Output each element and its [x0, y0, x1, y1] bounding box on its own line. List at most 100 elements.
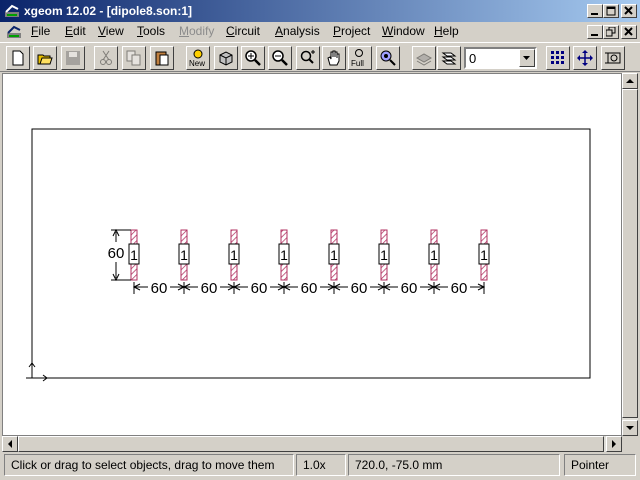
doc-restore-button[interactable]: [603, 25, 619, 39]
level-select-arrow[interactable]: [519, 49, 535, 67]
dipole-port[interactable]: 1: [278, 229, 290, 281]
port-number: 1: [230, 247, 238, 263]
level-stack-icon: [441, 52, 457, 65]
doc-minimize-button[interactable]: [587, 25, 603, 39]
dimension-label: 60: [401, 280, 418, 297]
dimension-horizontal[interactable]: 60: [332, 280, 386, 297]
layer-grid-button[interactable]: [412, 46, 436, 70]
menu-tools[interactable]: Tools: [137, 24, 165, 38]
menu-help[interactable]: Help: [434, 24, 459, 38]
reference-plane-button[interactable]: [601, 46, 625, 70]
svg-text:Full: Full: [351, 59, 364, 67]
dimension-horizontal[interactable]: 60: [382, 280, 436, 297]
close-icon: [624, 6, 633, 15]
dipole-port[interactable]: 1: [328, 229, 340, 281]
level-select-value: 0: [469, 51, 477, 66]
close-button[interactable]: [621, 4, 637, 18]
dimension-vertical[interactable]: 60: [108, 228, 131, 282]
document-icon[interactable]: [6, 24, 22, 40]
layers-grid-icon: [416, 53, 432, 66]
zoom-full-button[interactable]: Full: [348, 46, 372, 70]
dimension-label: 60: [201, 280, 218, 297]
port-number: 1: [180, 247, 188, 263]
vertical-scroll-thumb[interactable]: [622, 89, 638, 418]
port-number: 1: [130, 247, 138, 263]
new-file-button[interactable]: [6, 46, 30, 70]
new-view-button[interactable]: New: [186, 46, 210, 70]
dimension-horizontal[interactable]: 60: [182, 280, 236, 297]
copy-button[interactable]: [122, 46, 146, 70]
doc-close-button[interactable]: [621, 25, 637, 39]
zoom-full-icon: Full: [351, 49, 364, 67]
menu-window[interactable]: Window: [382, 24, 425, 38]
cut-button[interactable]: [94, 46, 118, 70]
port-number: 1: [330, 247, 338, 263]
zoom-out-icon: [272, 50, 288, 66]
arrow-left-icon: [8, 440, 12, 448]
menu-view[interactable]: View: [98, 24, 124, 38]
dipole-port[interactable]: 1: [478, 229, 490, 281]
vertical-scrollbar[interactable]: [622, 73, 638, 436]
dimension-label: 60: [451, 280, 468, 297]
dipole-port[interactable]: 1: [428, 229, 440, 281]
dipole-port[interactable]: 1: [228, 229, 240, 281]
minimize-button[interactable]: [587, 4, 603, 18]
zoom-fit-icon: [380, 50, 396, 66]
horizontal-scroll-thumb[interactable]: [18, 436, 604, 452]
dipole-port[interactable]: 1: [178, 229, 190, 281]
zoom-fit-button[interactable]: [376, 46, 400, 70]
dimension-label: 60: [351, 280, 368, 297]
scroll-down-button[interactable]: [622, 420, 638, 436]
scroll-left-button[interactable]: [2, 436, 18, 452]
new-file-icon: [12, 50, 24, 66]
minimize-icon: [591, 34, 598, 36]
scroll-corner: [622, 436, 638, 452]
status-zoom: 1.0x: [296, 454, 346, 476]
dimension-horizontal[interactable]: 60: [432, 280, 486, 297]
menu-modify[interactable]: Modify: [179, 24, 214, 38]
dimension-label: 60: [151, 280, 168, 297]
circuit-layout[interactable]: 1 1 1 1 1 1 1 1 60 60 60 60 60 60 60 60: [3, 74, 621, 435]
menu-edit[interactable]: Edit: [65, 24, 86, 38]
zoom-area-button[interactable]: [296, 46, 320, 70]
toolbar: New Full 0: [0, 42, 640, 72]
menu-circuit[interactable]: Circuit: [226, 24, 260, 38]
grid-snap-button[interactable]: [546, 46, 570, 70]
level-stack-button[interactable]: [437, 46, 461, 70]
save-button[interactable]: [61, 46, 85, 70]
dimension-horizontal[interactable]: 60: [282, 280, 336, 297]
zoom-out-button[interactable]: [268, 46, 292, 70]
horizontal-scrollbar[interactable]: [2, 436, 622, 452]
scroll-right-button[interactable]: [606, 436, 622, 452]
menu-project[interactable]: Project: [333, 24, 370, 38]
move-button[interactable]: [573, 46, 597, 70]
hand-icon: [327, 50, 340, 66]
arrow-down-icon: [626, 426, 634, 430]
app-icon[interactable]: [4, 3, 20, 19]
scroll-up-button[interactable]: [622, 73, 638, 89]
paste-button[interactable]: [150, 46, 174, 70]
menu-analysis[interactable]: Analysis: [275, 24, 320, 38]
dimension-label: 60: [108, 245, 125, 262]
menu-file[interactable]: File: [31, 24, 50, 38]
status-hint: Click or drag to select objects, drag to…: [4, 454, 294, 476]
port-number: 1: [480, 247, 488, 263]
zoom-in-button[interactable]: [241, 46, 265, 70]
maximize-button[interactable]: [603, 4, 619, 18]
status-mode: Pointer: [564, 454, 636, 476]
dipole-port[interactable]: 1: [128, 229, 140, 281]
new-view-icon: New: [189, 49, 205, 67]
open-button[interactable]: [33, 46, 57, 70]
dimension-horizontal[interactable]: 60: [232, 280, 286, 297]
dimension-label: 60: [251, 280, 268, 297]
level-select[interactable]: 0: [464, 47, 537, 69]
dipole-port[interactable]: 1: [378, 229, 390, 281]
save-icon: [66, 51, 80, 65]
3d-view-button[interactable]: [214, 46, 238, 70]
drawing-canvas[interactable]: 1 1 1 1 1 1 1 1 60 60 60 60 60 60 60 60: [2, 73, 622, 436]
pan-button[interactable]: [322, 46, 346, 70]
dimension-horizontal[interactable]: 60: [132, 280, 186, 297]
move-arrows-icon: [577, 50, 593, 66]
window-title: xgeom 12.02 - [dipole8.son:1]: [24, 4, 193, 18]
copy-icon: [126, 50, 141, 66]
